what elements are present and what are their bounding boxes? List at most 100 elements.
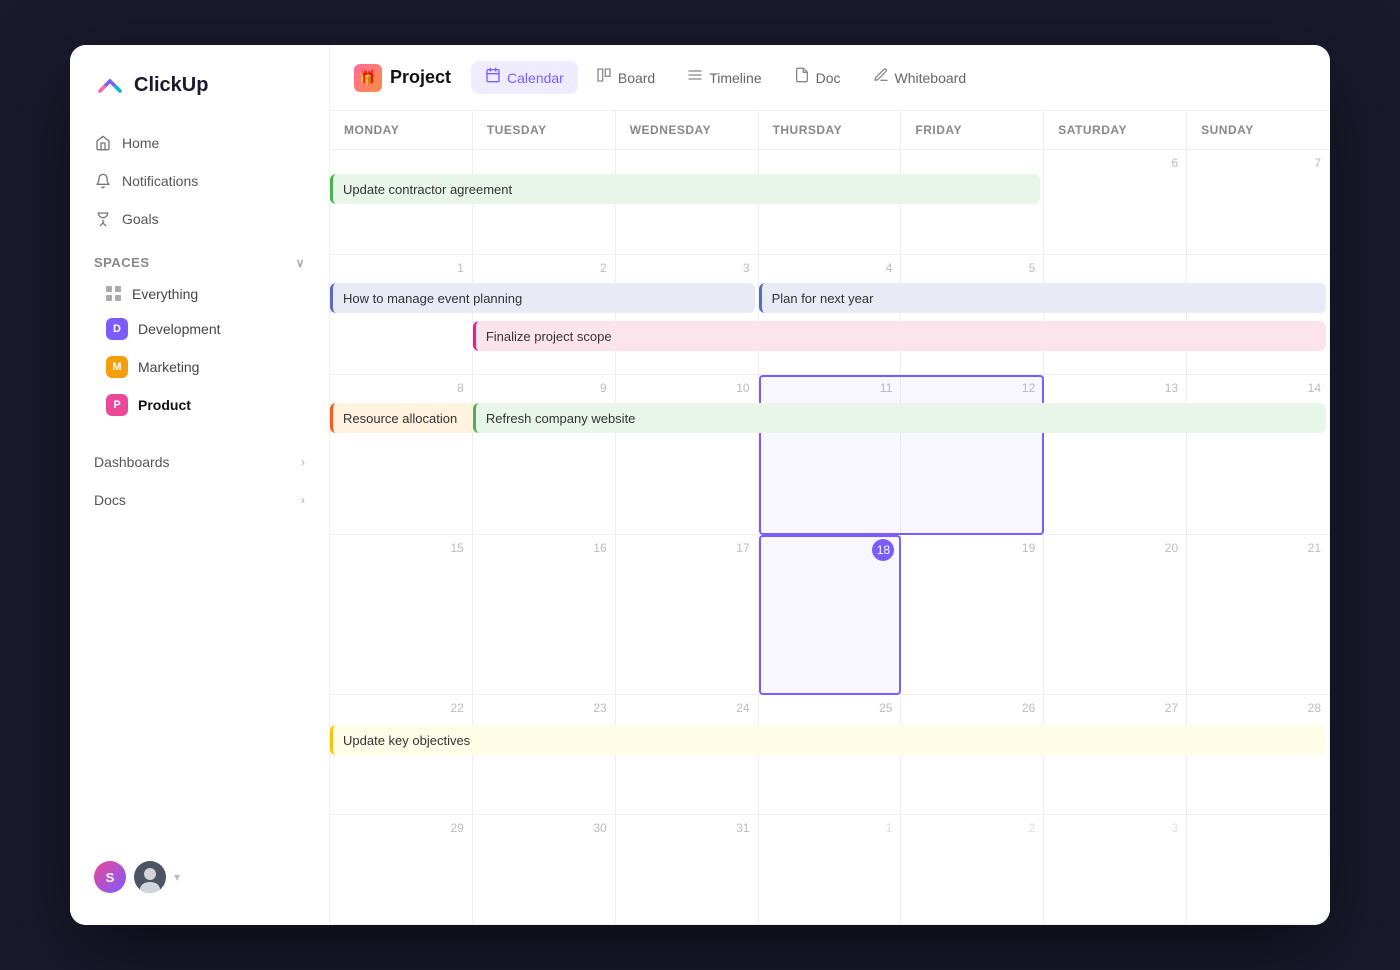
cal-day-w2d1[interactable]: 9 [473, 375, 616, 535]
clickup-logo-icon [94, 69, 126, 101]
cal-day-w5d6[interactable] [1187, 815, 1330, 925]
space-everything-label: Everything [132, 286, 198, 302]
project-icon: 🎁 [354, 64, 382, 92]
selected-date-range-w3 [759, 535, 902, 695]
dashboards-arrow-icon: › [301, 455, 305, 469]
space-everything[interactable]: Everything [82, 278, 317, 310]
space-marketing[interactable]: M Marketing [82, 348, 317, 386]
doc-tab-icon [794, 67, 810, 88]
space-product-icon: P [106, 394, 128, 416]
nav-notifications-label: Notifications [122, 173, 198, 189]
cal-day-w3d1[interactable]: 16 [473, 535, 616, 695]
dashboards-section[interactable]: Dashboards › [70, 440, 329, 478]
cal-day-w3d4[interactable]: 19 [901, 535, 1044, 695]
main-content: 🎁 Project Calendar [330, 45, 1330, 925]
cal-day-w2d0[interactable]: 8 [330, 375, 473, 535]
tab-timeline[interactable]: Timeline [673, 61, 775, 94]
sidebar: ClickUp Home Notific [70, 45, 330, 925]
calendar-week-5: 29 30 31 1 2 3 [330, 815, 1330, 925]
event-event-planning[interactable]: How to manage event planning [330, 283, 755, 313]
day-header-sun: Sunday [1187, 111, 1330, 149]
whiteboard-tab-icon [873, 67, 889, 88]
tab-calendar-label: Calendar [507, 70, 564, 86]
event-update-objectives[interactable]: Update key objectives [330, 725, 1326, 755]
spaces-label: Spaces [94, 255, 150, 270]
cal-day-w2d6[interactable]: 14 [1187, 375, 1330, 535]
event-finalize-scope-label: Finalize project scope [486, 329, 612, 344]
nav-home[interactable]: Home [82, 125, 317, 161]
nav-home-label: Home [122, 135, 159, 151]
space-product[interactable]: P Product [82, 386, 317, 424]
space-marketing-label: Marketing [138, 359, 199, 375]
user-dropdown-icon[interactable]: ▾ [174, 870, 180, 884]
calendar-week-1: 1 2 3 4 5 How to manage event planning P… [330, 255, 1330, 375]
spaces-chevron-icon[interactable]: ∨ [296, 256, 305, 270]
tab-board[interactable]: Board [582, 61, 669, 94]
event-plan-next-year[interactable]: Plan for next year [759, 283, 1326, 313]
calendar-day-headers: Monday Tuesday Wednesday Thursday Friday… [330, 111, 1330, 150]
sidebar-bottom: S ▾ [70, 845, 329, 909]
tab-timeline-label: Timeline [709, 70, 761, 86]
event-resource-allocation-label: Resource allocation [343, 411, 457, 426]
space-development-label: Development [138, 321, 221, 337]
cal-day-w5d4[interactable]: 2 [901, 815, 1044, 925]
timeline-tab-icon [687, 67, 703, 88]
cal-day-w3d6[interactable]: 21 [1187, 535, 1330, 695]
calendar-week-4: 22 23 24 25 26 27 28 Update key objectiv… [330, 695, 1330, 815]
bell-icon [94, 172, 112, 190]
nav-goals[interactable]: Goals [82, 201, 317, 237]
nav-notifications[interactable]: Notifications [82, 163, 317, 199]
trophy-icon [94, 210, 112, 228]
calendar-week-3: 15 16 17 18 19 20 21 [330, 535, 1330, 695]
docs-section[interactable]: Docs › [70, 478, 329, 516]
spaces-header: Spaces ∨ [70, 237, 329, 278]
event-update-objectives-label: Update key objectives [343, 733, 470, 748]
board-tab-icon [596, 67, 612, 88]
cal-day-w3d5[interactable]: 20 [1044, 535, 1187, 695]
day-header-thu: Thursday [759, 111, 902, 149]
day-header-sat: Saturday [1044, 111, 1187, 149]
cal-day-w5d2[interactable]: 31 [616, 815, 759, 925]
event-refresh-website-label: Refresh company website [486, 411, 636, 426]
docs-label: Docs [94, 492, 126, 508]
cal-day-w5d3[interactable]: 1 [759, 815, 902, 925]
day-header-mon: Monday [330, 111, 473, 149]
tab-whiteboard-label: Whiteboard [895, 70, 967, 86]
top-nav: 🎁 Project Calendar [330, 45, 1330, 111]
docs-arrow-icon: › [301, 493, 305, 507]
cal-day-w3d2[interactable]: 17 [616, 535, 759, 695]
calendar-tab-icon [485, 67, 501, 88]
logo-area: ClickUp [70, 69, 329, 125]
app-name: ClickUp [134, 74, 208, 97]
event-update-contractor-label: Update contractor agreement [343, 182, 512, 197]
cal-day-w3d0[interactable]: 15 [330, 535, 473, 695]
cal-day-w5d0[interactable]: 29 [330, 815, 473, 925]
event-finalize-scope[interactable]: Finalize project scope [473, 321, 1326, 351]
tab-doc[interactable]: Doc [780, 61, 855, 94]
cal-day-w2d5[interactable]: 13 [1044, 375, 1187, 535]
cal-day-w5d1[interactable]: 30 [473, 815, 616, 925]
selected-date-range-w2 [759, 375, 1045, 535]
day-header-fri: Friday [901, 111, 1044, 149]
space-marketing-icon: M [106, 356, 128, 378]
event-refresh-website[interactable]: Refresh company website [473, 403, 1326, 433]
home-icon [94, 134, 112, 152]
event-update-contractor[interactable]: Update contractor agreement [330, 174, 1040, 204]
dashboards-label: Dashboards [94, 454, 170, 470]
user-avatar-photo[interactable] [134, 861, 166, 893]
nav-goals-label: Goals [122, 211, 159, 227]
day-header-tue: Tuesday [473, 111, 616, 149]
calendar-week-0: 6 7 Update contractor agreement [330, 150, 1330, 255]
grid-icon [106, 286, 122, 302]
user-photo-icon [134, 861, 166, 893]
project-label: Project [390, 67, 451, 88]
event-event-planning-label: How to manage event planning [343, 291, 522, 306]
tab-whiteboard[interactable]: Whiteboard [859, 61, 981, 94]
tab-board-label: Board [618, 70, 655, 86]
cal-day-w5d5[interactable]: 3 [1044, 815, 1187, 925]
tab-calendar[interactable]: Calendar [471, 61, 578, 94]
calendar-area: Monday Tuesday Wednesday Thursday Friday… [330, 111, 1330, 925]
cal-day-w2d2[interactable]: 10 [616, 375, 759, 535]
user-avatar-s[interactable]: S [94, 861, 126, 893]
space-development[interactable]: D Development [82, 310, 317, 348]
